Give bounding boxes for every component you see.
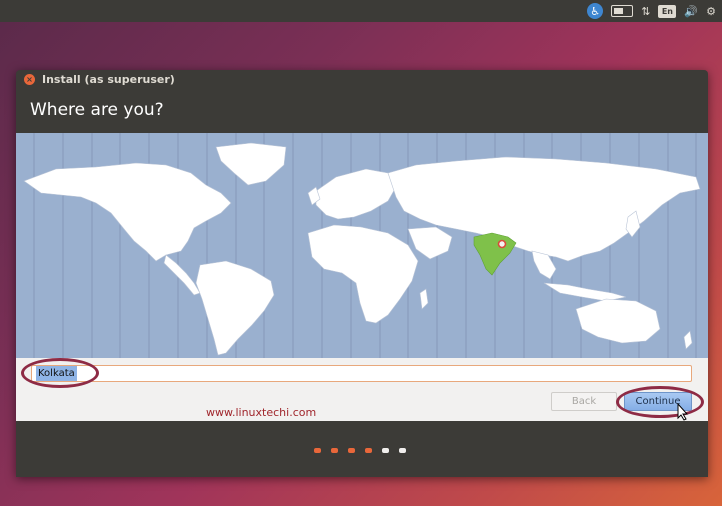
battery-icon[interactable]	[611, 3, 634, 19]
content-area: Kolkata www.linuxtechi.com Back Continue	[16, 133, 708, 421]
watermark-text: www.linuxtechi.com	[206, 406, 317, 419]
progress-dot-4	[365, 448, 372, 453]
page-title: Where are you?	[30, 100, 164, 120]
location-input[interactable]	[31, 365, 692, 382]
progress-footer	[16, 421, 708, 477]
close-icon[interactable]: ×	[24, 73, 35, 85]
mouse-pointer-icon	[677, 403, 689, 421]
network-icon[interactable]: ⇅	[641, 3, 650, 19]
progress-dot-3	[348, 448, 355, 453]
progress-dot-5	[382, 448, 389, 453]
accessibility-icon[interactable]: ♿	[587, 3, 604, 19]
window-titlebar: × Install (as superuser)	[16, 70, 708, 88]
window-title: Install (as superuser)	[42, 72, 175, 86]
keyboard-layout-icon[interactable]: En	[658, 4, 677, 18]
settings-gear-icon[interactable]: ⚙	[706, 3, 716, 19]
progress-dot-6	[399, 448, 406, 453]
volume-icon[interactable]: 🔊	[684, 3, 698, 19]
back-button[interactable]: Back	[551, 392, 617, 411]
top-panel: ♿ ⇅ En 🔊 ⚙	[0, 0, 722, 22]
progress-dot-1	[314, 448, 321, 453]
installer-window: × Install (as superuser) Where are you?	[16, 70, 708, 477]
progress-indicator	[314, 448, 406, 453]
progress-dot-2	[331, 448, 338, 453]
timezone-map[interactable]	[16, 133, 708, 358]
